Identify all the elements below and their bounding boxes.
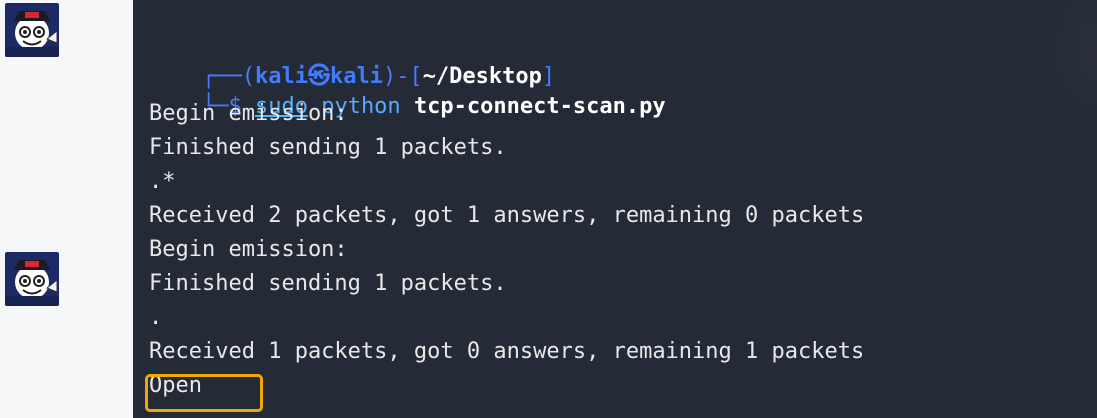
output-line: Received 1 packets, got 0 answers, remai… [149,339,865,364]
output-line: Received 2 packets, got 1 answers, remai… [149,203,865,228]
chat-sidebar [0,0,133,418]
command-script: tcp-connect-scan.py [413,94,666,119]
output-line: .* [149,169,176,194]
result-highlight-box [145,374,263,412]
command-line: └─$ sudo python tcp-connect-scan.py [149,62,666,119]
output-line: Finished sending 1 packets. [149,271,507,296]
output-line: Finished sending 1 packets. [149,135,507,160]
cat-police-avatar-icon [5,252,59,306]
output-line: . [149,305,163,330]
cat-police-avatar-icon [5,3,59,57]
user-avatar[interactable] [5,252,59,306]
prompt-line: ┌──(kali㉿kali)-[~/Desktop] [149,32,555,89]
output-line: Begin emission: [149,101,348,126]
user-avatar[interactable] [5,3,59,57]
output-line: Begin emission: [149,237,348,262]
terminal-screenshot: ┌──(kali㉿kali)-[~/Desktop] └─$ sudo pyth… [133,0,1097,418]
